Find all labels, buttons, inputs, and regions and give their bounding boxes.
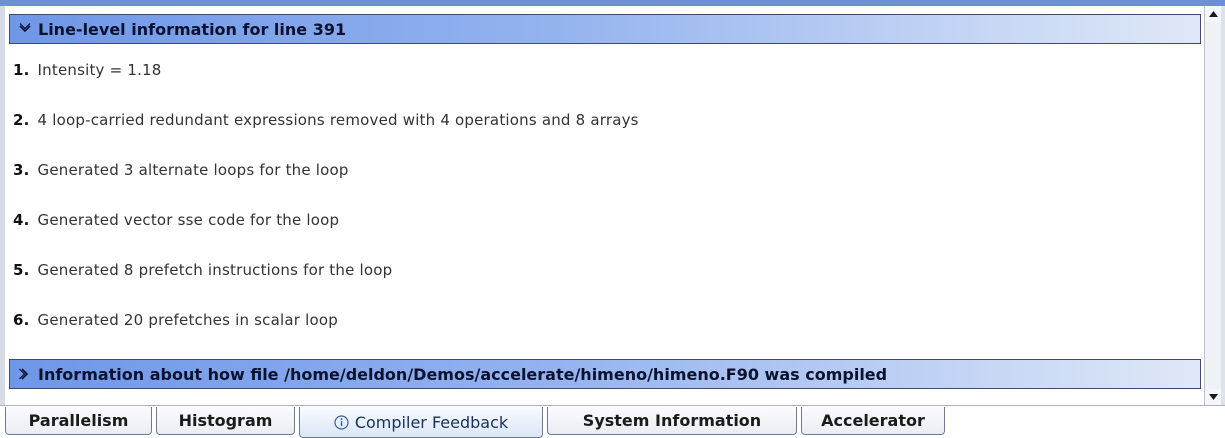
info-icon bbox=[334, 414, 349, 430]
tab-parallelism[interactable]: Parallelism bbox=[5, 407, 152, 435]
item-number: 6. bbox=[13, 311, 30, 329]
item-text: Generated vector sse code for the loop bbox=[37, 211, 340, 229]
item-number: 4. bbox=[13, 211, 30, 229]
tab-label: Parallelism bbox=[28, 411, 129, 430]
tab-label: System Information bbox=[582, 411, 762, 430]
list-item: 4. Generated vector sse code for the loo… bbox=[13, 208, 339, 232]
file-info-section-header[interactable]: Information about how file /home/deldon/… bbox=[9, 359, 1201, 389]
tab-histogram[interactable]: Histogram bbox=[156, 407, 295, 435]
chevron-down-icon bbox=[16, 20, 34, 38]
line-info-section-header[interactable]: Line-level information for line 391 bbox=[9, 14, 1201, 44]
list-item: 6. Generated 20 prefetches in scalar loo… bbox=[13, 308, 338, 332]
item-text: 4 loop-carried redundant expressions rem… bbox=[37, 111, 639, 129]
item-text: Generated 3 alternate loops for the loop bbox=[37, 161, 349, 179]
scroll-down-arrow-icon[interactable] bbox=[1205, 389, 1221, 405]
tab-label: Accelerator bbox=[821, 411, 925, 430]
tab-system-information[interactable]: System Information bbox=[547, 407, 797, 435]
list-item: 5. Generated 8 prefetch instructions for… bbox=[13, 258, 392, 282]
bottom-tab-bar: Parallelism Histogram Compiler Feedback … bbox=[0, 405, 1225, 438]
feedback-scroll-area[interactable]: Line-level information for line 391 1. I… bbox=[5, 6, 1204, 405]
scroll-up-arrow-icon[interactable] bbox=[1205, 6, 1221, 22]
list-item: 2. 4 loop-carried redundant expressions … bbox=[13, 108, 639, 132]
item-text: Generated 20 prefetches in scalar loop bbox=[37, 311, 338, 329]
line-info-section-title: Line-level information for line 391 bbox=[38, 19, 347, 39]
item-text: Intensity = 1.18 bbox=[37, 61, 162, 79]
chevron-right-icon bbox=[16, 365, 34, 383]
item-number: 3. bbox=[13, 161, 30, 179]
item-number: 1. bbox=[13, 61, 30, 79]
item-number: 5. bbox=[13, 261, 30, 279]
tab-label: Compiler Feedback bbox=[354, 412, 509, 432]
item-number: 2. bbox=[13, 111, 30, 129]
vertical-scrollbar[interactable] bbox=[1204, 6, 1221, 405]
file-info-section-title: Information about how file /home/deldon/… bbox=[38, 364, 888, 384]
tab-accelerator[interactable]: Accelerator bbox=[801, 407, 945, 435]
list-item: 1. Intensity = 1.18 bbox=[13, 58, 162, 82]
compiler-feedback-panel: Line-level information for line 391 1. I… bbox=[0, 0, 1225, 405]
list-item: 3. Generated 3 alternate loops for the l… bbox=[13, 158, 349, 182]
panel-right-border bbox=[1221, 6, 1225, 405]
tab-label: Histogram bbox=[178, 411, 273, 430]
item-text: Generated 8 prefetch instructions for th… bbox=[37, 261, 393, 279]
tab-compiler-feedback[interactable]: Compiler Feedback bbox=[299, 407, 543, 438]
